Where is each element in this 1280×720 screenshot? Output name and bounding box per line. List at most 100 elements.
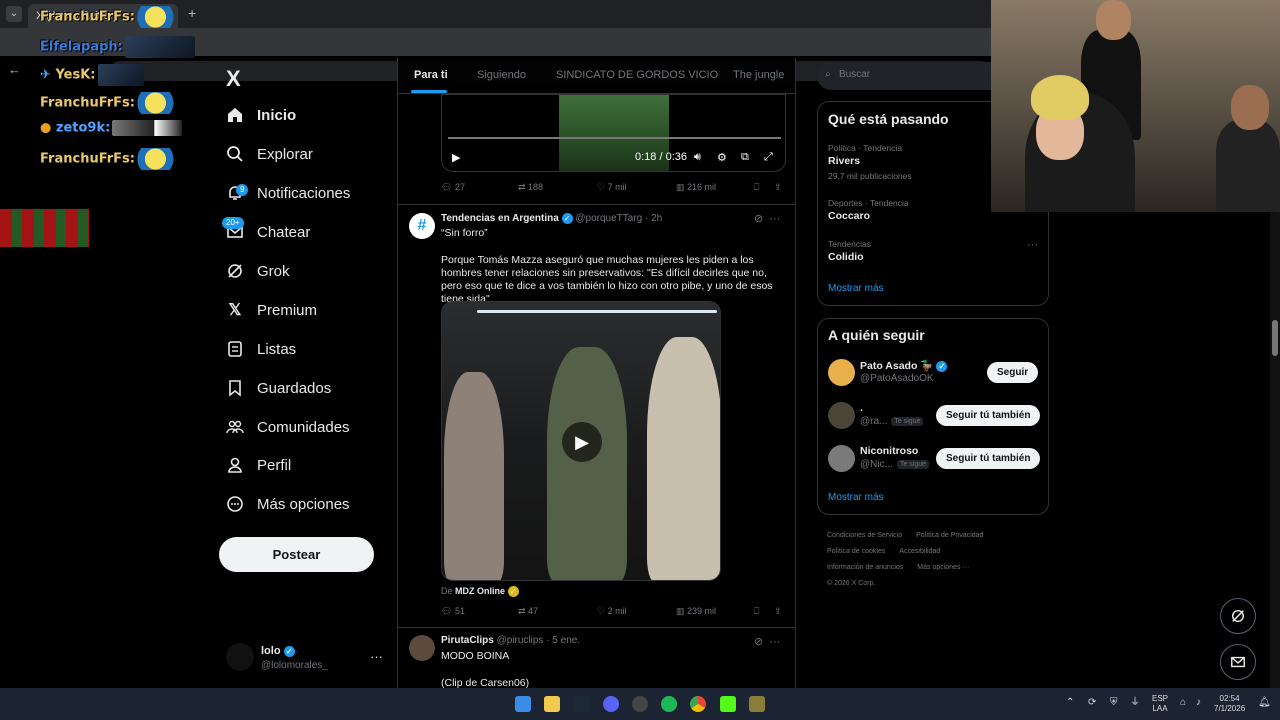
tab-search-button[interactable]: ⌄ xyxy=(6,6,22,22)
like-button[interactable]: ♡ 2 mil xyxy=(597,606,627,617)
bookmark-icon[interactable]: ⎕ xyxy=(754,606,759,617)
tab-the-jungle[interactable]: The jungle xyxy=(733,69,784,81)
footer-link[interactable]: Política de Privacidad xyxy=(916,532,983,539)
tab-para-ti[interactable]: Para ti xyxy=(414,69,448,81)
new-tab-button[interactable]: + xyxy=(188,5,196,21)
obs-icon[interactable] xyxy=(632,696,648,712)
tab-siguiendo[interactable]: Siguiendo xyxy=(477,69,526,81)
bookmark-icon[interactable]: ⎕ xyxy=(754,182,759,193)
chat-username: YesK: xyxy=(55,67,96,83)
nav-item-comunidades[interactable]: Comunidades xyxy=(226,413,350,441)
nav-item-explorar[interactable]: Explorar xyxy=(226,140,313,168)
chrome-icon[interactable] xyxy=(690,696,706,712)
pip-icon[interactable]: ⧉ xyxy=(741,151,749,164)
share-icon[interactable]: ⇪ xyxy=(774,606,782,617)
back-arrow-icon[interactable]: ← xyxy=(8,62,21,77)
account-switcher[interactable]: lolo ✓ @lolomorales_ ··· xyxy=(226,643,386,675)
footer-link[interactable]: Condiciones de Servicio xyxy=(827,532,902,539)
reply-button[interactable]: 💬︎ 27 xyxy=(441,182,465,193)
tweet-handle[interactable]: @porqueTTarg xyxy=(575,213,642,224)
grok-icon[interactable]: ⊘ xyxy=(754,636,763,648)
follow-name[interactable]: Niconitroso xyxy=(860,445,918,457)
fullscreen-icon[interactable]: ⤢ xyxy=(764,151,773,164)
play-icon[interactable]: ▶ xyxy=(452,151,460,164)
tweet-time[interactable]: · 2h xyxy=(645,213,662,224)
repost-button[interactable]: ⇄ 47 xyxy=(518,606,538,617)
volume-icon[interactable]: ♪ xyxy=(1196,698,1201,708)
nav-item-listas[interactable]: Listas xyxy=(226,335,296,363)
scroll-thumb[interactable] xyxy=(1272,320,1278,356)
tweet-time[interactable]: · 5 ene. xyxy=(546,635,580,646)
clock[interactable]: 02:54 7/1/2026 xyxy=(1214,694,1245,714)
spotify-icon[interactable] xyxy=(661,696,677,712)
footer-link[interactable]: Política de cookies xyxy=(827,548,885,555)
follow-name[interactable]: Pato Asado 🦆 ✓ xyxy=(860,359,948,372)
avatar[interactable] xyxy=(828,445,855,472)
tweet-handle[interactable]: @piruclips xyxy=(497,635,544,646)
nav-item-chatear[interactable]: 20+ Chatear xyxy=(222,217,310,246)
nav-item-perfil[interactable]: Perfil xyxy=(226,451,291,479)
steam-icon[interactable] xyxy=(573,696,589,712)
file-explorer-icon[interactable] xyxy=(544,696,560,712)
trend-item[interactable]: Coccaro xyxy=(828,210,870,222)
windows-start-icon[interactable] xyxy=(515,696,531,712)
views-button[interactable]: ▥ 239 mil xyxy=(676,606,716,617)
follow-back-button[interactable]: Seguir tú también xyxy=(936,448,1041,469)
views-button[interactable]: ▥ 216 mil xyxy=(676,182,716,193)
language-indicator[interactable]: ESP LAA xyxy=(1152,694,1168,714)
footer-link[interactable]: Información de anuncios xyxy=(827,564,903,571)
footer-link[interactable]: Accesibilidad xyxy=(899,548,940,555)
video-progress-bar[interactable] xyxy=(448,137,781,139)
x-logo-icon[interactable]: X xyxy=(226,66,241,92)
messages-float-button[interactable] xyxy=(1220,644,1256,680)
trend-item[interactable]: Colidio xyxy=(828,251,864,263)
hashtag-avatar-icon[interactable]: # xyxy=(409,213,435,239)
nav-item-mas-opciones[interactable]: Más opciones xyxy=(226,490,350,518)
tweet-author[interactable]: Tendencias en Argentina xyxy=(441,213,559,224)
more-icon[interactable]: ··· xyxy=(769,213,780,225)
follow-back-button[interactable]: Seguir tú también xyxy=(936,405,1041,426)
more-icon[interactable]: ··· xyxy=(769,636,780,648)
discord-icon[interactable] xyxy=(603,696,619,712)
avatar[interactable] xyxy=(828,359,855,386)
share-icon[interactable]: ⇪ xyxy=(774,182,782,193)
trend-more-icon[interactable]: ··· xyxy=(1027,239,1038,251)
kick-icon[interactable] xyxy=(720,696,736,712)
tray-shield-icon[interactable]: ⛨ xyxy=(1110,698,1118,708)
follow-button[interactable]: Seguir xyxy=(987,362,1039,383)
network-icon[interactable]: ⌂ xyxy=(1180,698,1186,708)
nav-item-inicio[interactable]: Inicio xyxy=(226,101,296,129)
follow-title: A quién seguir xyxy=(828,327,925,343)
play-icon[interactable]: ▶ xyxy=(562,422,602,462)
tray-chevron-icon[interactable]: ⌃ xyxy=(1066,698,1074,708)
follow-show-more[interactable]: Mostrar más xyxy=(828,492,884,503)
post-button[interactable]: Postear xyxy=(219,537,374,572)
nav-item-grok[interactable]: Grok xyxy=(226,257,290,285)
nav-item-premium[interactable]: 𝕏 Premium xyxy=(226,296,317,324)
tray-sync-icon[interactable]: ⟳ xyxy=(1088,698,1096,708)
avatar[interactable] xyxy=(828,402,855,429)
follow-name[interactable]: . xyxy=(860,402,863,414)
notification-icon[interactable]: 🔔︎ xyxy=(1258,698,1271,708)
grok-float-button[interactable] xyxy=(1220,598,1256,634)
reply-button[interactable]: 💬︎ 51 xyxy=(441,606,465,617)
trends-show-more[interactable]: Mostrar más xyxy=(828,283,884,294)
footer-link[interactable]: Más opciones ··· xyxy=(917,564,969,571)
like-button[interactable]: ♡ 7 mil xyxy=(597,182,627,193)
nav-item-guardados[interactable]: Guardados xyxy=(226,374,331,402)
account-more-icon[interactable]: ··· xyxy=(370,649,383,664)
tab-sindicato[interactable]: SINDICATO DE GORDOS VICIO xyxy=(556,69,718,81)
tray-usb-icon[interactable]: ⏚ xyxy=(1130,698,1140,708)
video-thumbnail[interactable]: ▶ xyxy=(441,301,721,581)
video-player[interactable]: ▶ 0:18 / 0:36 🔊︎ ⚙ ⧉ ⤢ xyxy=(441,94,786,172)
grok-icon[interactable]: ⊘ xyxy=(754,213,763,225)
repost-button[interactable]: ⇄ 188 xyxy=(518,182,543,193)
tweet-author[interactable]: PirutaClips xyxy=(441,635,494,646)
volume-icon[interactable]: 🔊︎ xyxy=(694,151,701,164)
nav-item-notificaciones[interactable]: 9 Notificaciones xyxy=(226,179,350,207)
trend-item[interactable]: Rivers xyxy=(828,155,860,167)
source-name[interactable]: MDZ Online xyxy=(455,586,505,596)
avatar[interactable] xyxy=(409,635,435,661)
app-icon[interactable] xyxy=(749,696,765,712)
settings-icon[interactable]: ⚙ xyxy=(717,151,727,164)
